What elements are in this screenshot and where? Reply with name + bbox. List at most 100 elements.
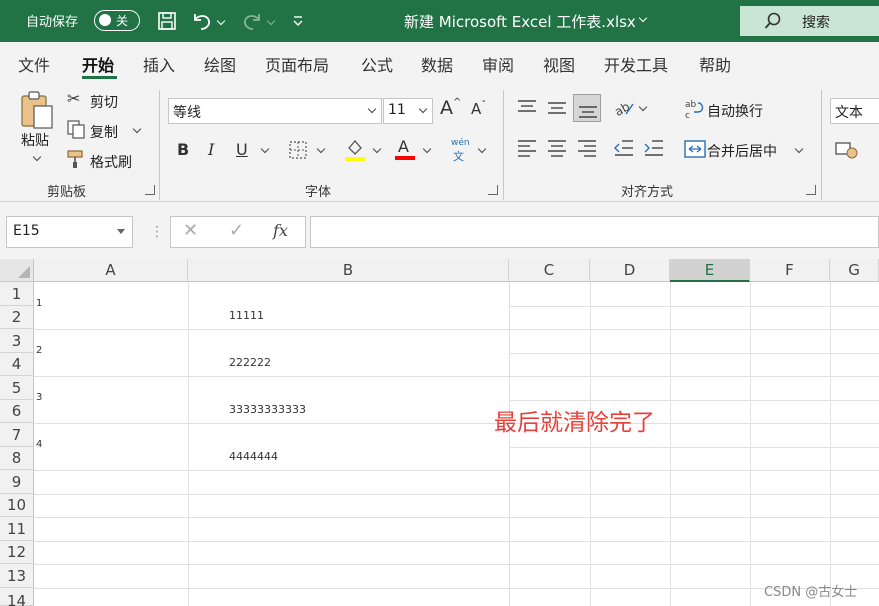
tab-formulas[interactable]: 公式 — [361, 52, 393, 76]
undo-icon[interactable] — [190, 9, 214, 33]
title-dropdown-icon[interactable] — [638, 13, 648, 23]
insert-function-icon[interactable]: fx — [273, 221, 288, 240]
column-header-e[interactable]: E — [670, 259, 750, 282]
merge-dropdown-icon[interactable] — [794, 144, 804, 154]
row-header-12[interactable]: 12 — [0, 541, 34, 564]
row-header-4[interactable]: 4 — [0, 353, 34, 376]
cell-a1[interactable]: 1 — [36, 298, 42, 309]
format-painter-button[interactable]: 格式刷 — [90, 152, 132, 172]
row-header-1[interactable]: 1 — [0, 282, 34, 306]
formula-bar-grip-icon[interactable]: ⋮ — [150, 224, 164, 240]
tab-help[interactable]: 帮助 — [699, 52, 731, 76]
cell-b7[interactable]: 4444444 — [229, 450, 278, 463]
customize-toolbar-icon[interactable] — [286, 9, 310, 33]
tab-home[interactable]: 开始 — [82, 52, 114, 76]
align-center-icon[interactable] — [546, 138, 568, 158]
font-color-icon[interactable]: A — [394, 137, 416, 162]
row-header-10[interactable]: 10 — [0, 494, 34, 517]
alignment-dialog-launcher[interactable] — [806, 185, 816, 195]
align-middle-icon[interactable] — [546, 98, 568, 118]
search-box[interactable]: 搜索 — [740, 6, 879, 36]
save-icon[interactable] — [155, 9, 179, 33]
paste-dropdown-icon[interactable] — [32, 152, 42, 162]
formula-input[interactable] — [310, 216, 879, 248]
align-left-icon[interactable] — [516, 138, 538, 158]
tab-draw[interactable]: 绘图 — [204, 52, 236, 76]
tab-view[interactable]: 视图 — [543, 52, 575, 76]
number-format-select[interactable]: 文本 — [830, 98, 879, 124]
cell-b1[interactable]: 11111 — [229, 309, 264, 322]
font-color-dropdown-icon[interactable] — [422, 144, 432, 154]
tab-page-layout[interactable]: 页面布局 — [265, 52, 329, 76]
font-size-select[interactable]: 11 — [383, 98, 433, 124]
autosave-toggle[interactable]: 关 — [94, 10, 140, 31]
row-header-2[interactable]: 2 — [0, 306, 34, 329]
cell-a3[interactable]: 2 — [36, 345, 42, 356]
paste-button[interactable] — [18, 90, 58, 134]
italic-button[interactable]: I — [208, 140, 214, 159]
font-name-select[interactable]: 等线 — [168, 98, 382, 124]
row-header-11[interactable]: 11 — [0, 517, 34, 541]
increase-indent-icon[interactable] — [643, 138, 665, 158]
grow-font-icon[interactable]: A^ — [440, 97, 461, 119]
enter-icon[interactable]: ✓ — [229, 220, 244, 241]
row-header-9[interactable]: 9 — [0, 470, 34, 494]
align-top-icon[interactable] — [516, 98, 538, 118]
orientation-dropdown-icon[interactable] — [638, 102, 648, 112]
name-box[interactable]: E15 — [6, 216, 133, 248]
merge-center-button[interactable]: 合并后居中 — [707, 141, 777, 161]
worksheet-grid[interactable]: A B C D E F G 1 2 3 4 5 6 7 8 9 10 11 12… — [0, 259, 879, 606]
row-header-14[interactable]: 14 — [0, 588, 34, 606]
clipboard-dialog-launcher[interactable] — [145, 185, 155, 195]
orientation-icon[interactable]: ab — [612, 98, 636, 118]
column-header-a[interactable]: A — [34, 259, 188, 282]
accounting-format-icon[interactable] — [835, 140, 859, 160]
tab-insert[interactable]: 插入 — [143, 52, 175, 76]
row-header-7[interactable]: 7 — [0, 423, 34, 447]
underline-button[interactable]: U — [236, 140, 248, 159]
column-header-c[interactable]: C — [509, 259, 590, 282]
cell-a7[interactable]: 4 — [36, 439, 42, 450]
font-dialog-launcher[interactable] — [488, 185, 498, 195]
undo-dropdown-icon[interactable] — [214, 9, 228, 33]
cut-button[interactable]: 剪切 — [90, 92, 118, 112]
fill-color-dropdown-icon[interactable] — [372, 144, 382, 154]
row-header-8[interactable]: 8 — [0, 447, 34, 470]
align-right-icon[interactable] — [576, 138, 598, 158]
phonetic-guide-top[interactable]: wén — [451, 138, 470, 148]
cancel-icon[interactable]: ✕ — [183, 220, 198, 241]
row-header-3[interactable]: 3 — [0, 329, 34, 353]
borders-icon[interactable] — [288, 140, 308, 160]
fill-color-icon[interactable] — [344, 138, 366, 162]
column-header-d[interactable]: D — [590, 259, 670, 282]
redo-dropdown-icon[interactable] — [264, 9, 278, 33]
gridline — [750, 282, 751, 606]
name-box-dropdown-icon[interactable] — [117, 229, 125, 234]
column-header-g[interactable]: G — [830, 259, 879, 282]
phonetic-dropdown-icon[interactable] — [477, 144, 487, 154]
align-bottom-button[interactable] — [573, 94, 601, 122]
redo-icon[interactable] — [240, 9, 264, 33]
column-header-b[interactable]: B — [188, 259, 509, 282]
cell-b3[interactable]: 222222 — [229, 356, 271, 369]
row-header-6[interactable]: 6 — [0, 400, 34, 423]
cell-b5[interactable]: 33333333333 — [229, 403, 306, 416]
row-header-13[interactable]: 13 — [0, 564, 34, 588]
underline-dropdown-icon[interactable] — [260, 144, 270, 154]
wrap-text-button[interactable]: 自动换行 — [707, 101, 763, 121]
tab-data[interactable]: 数据 — [421, 52, 453, 76]
column-header-f[interactable]: F — [750, 259, 830, 282]
select-all-button[interactable] — [0, 259, 34, 282]
bold-button[interactable]: B — [177, 140, 189, 159]
copy-dropdown-icon[interactable] — [132, 124, 142, 134]
decrease-indent-icon[interactable] — [613, 138, 635, 158]
row-header-5[interactable]: 5 — [0, 376, 34, 400]
tab-developer[interactable]: 开发工具 — [604, 52, 668, 76]
phonetic-guide-icon[interactable]: 文 — [453, 148, 464, 164]
borders-dropdown-icon[interactable] — [316, 144, 326, 154]
tab-review[interactable]: 审阅 — [482, 52, 514, 76]
cell-a5[interactable]: 3 — [36, 392, 42, 403]
shrink-font-icon[interactable]: Aˇ — [471, 100, 486, 118]
copy-button[interactable]: 复制 — [90, 122, 118, 142]
tab-file[interactable]: 文件 — [18, 52, 50, 76]
